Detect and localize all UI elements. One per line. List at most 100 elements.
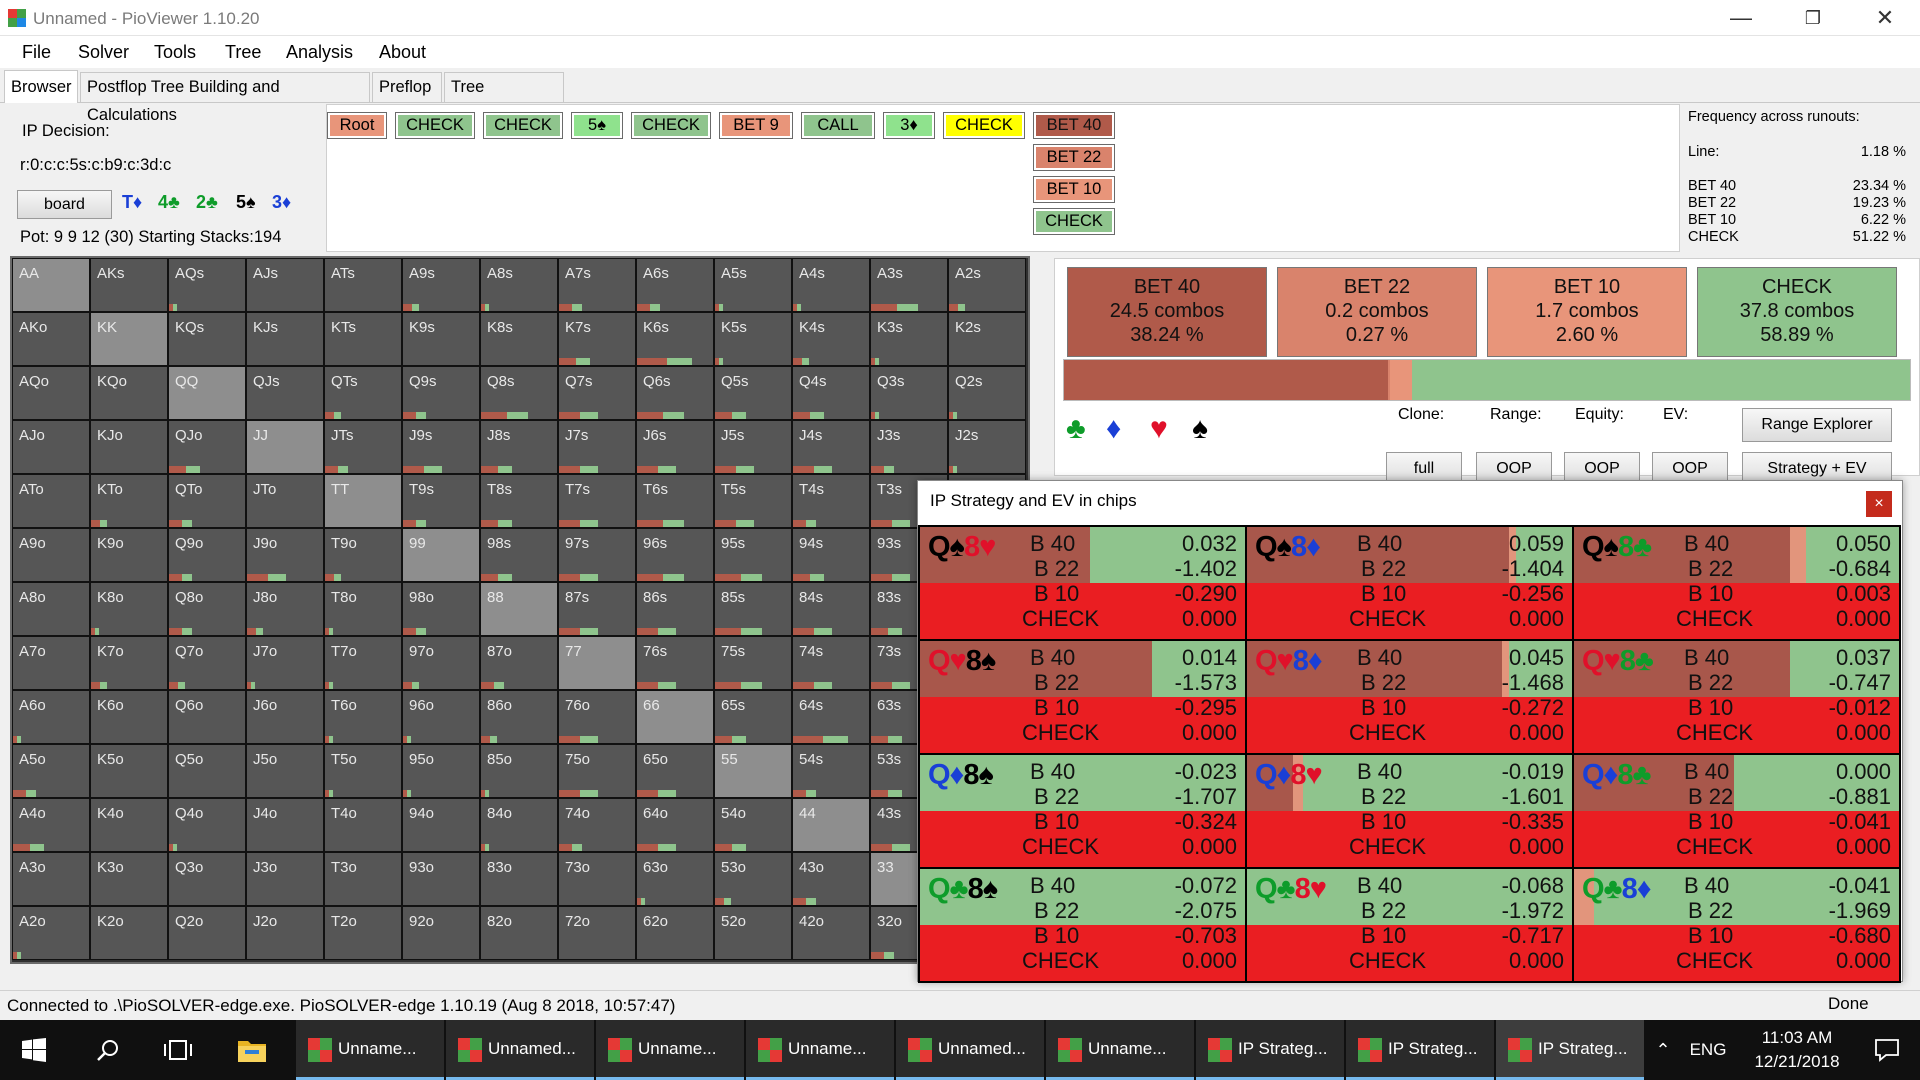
- hand-cell-AJo[interactable]: AJo: [12, 420, 90, 474]
- combo-cell[interactable]: Q♥8♦ B 40 B 22 B 10 CHECK 0.045 -1.468 -0.272 0.…: [1245, 639, 1574, 755]
- hand-cell-95o[interactable]: 95o: [402, 744, 480, 798]
- hand-cell-42o[interactable]: 42o: [792, 906, 870, 960]
- hand-cell-AKs[interactable]: AKs: [90, 258, 168, 312]
- hand-cell-J6s[interactable]: J6s: [636, 420, 714, 474]
- spade-suit-icon[interactable]: ♠: [1192, 412, 1208, 446]
- hand-cell-A3s[interactable]: A3s: [870, 258, 948, 312]
- hand-cell-K7s[interactable]: K7s: [558, 312, 636, 366]
- hand-cell-43o[interactable]: 43o: [792, 852, 870, 906]
- hand-cell-AJs[interactable]: AJs: [246, 258, 324, 312]
- tree-option-4[interactable]: CHECK: [1033, 208, 1115, 235]
- hand-cell-Q4s[interactable]: Q4s: [792, 366, 870, 420]
- clock[interactable]: 11:03 AM 12/21/2018: [1742, 1026, 1852, 1074]
- hand-cell-98s[interactable]: 98s: [480, 528, 558, 582]
- hand-cell-KTo[interactable]: KTo: [90, 474, 168, 528]
- combo-cell[interactable]: Q♠8♣ B 40 B 22 B 10 CHECK 0.050 -0.684 0.003 0.0…: [1572, 525, 1901, 641]
- restore-button[interactable]: ❐: [1778, 0, 1848, 36]
- menu-about[interactable]: About: [379, 42, 426, 63]
- hand-cell-85s[interactable]: 85s: [714, 582, 792, 636]
- menu-file[interactable]: File: [22, 42, 51, 63]
- taskbar-task-7[interactable]: IP Strateg...: [1196, 1020, 1344, 1080]
- hand-cell-T3o[interactable]: T3o: [324, 852, 402, 906]
- hand-cell-T6o[interactable]: T6o: [324, 690, 402, 744]
- hand-cell-44[interactable]: 44: [792, 798, 870, 852]
- hand-cell-65s[interactable]: 65s: [714, 690, 792, 744]
- hand-cell-Q7o[interactable]: Q7o: [168, 636, 246, 690]
- hand-cell-J3o[interactable]: J3o: [246, 852, 324, 906]
- hand-cell-KQo[interactable]: KQo: [90, 366, 168, 420]
- tree-node-3[interactable]: CHECK: [483, 112, 563, 139]
- menu-analysis[interactable]: Analysis: [286, 42, 353, 63]
- hand-cell-J7s[interactable]: J7s: [558, 420, 636, 474]
- hand-cell-K6s[interactable]: K6s: [636, 312, 714, 366]
- hand-cell-T5s[interactable]: T5s: [714, 474, 792, 528]
- hand-cell-A6s[interactable]: A6s: [636, 258, 714, 312]
- hand-cell-J4s[interactable]: J4s: [792, 420, 870, 474]
- action-box-4[interactable]: CHECK 37.8 combos 58.89 %: [1697, 267, 1897, 357]
- hand-cell-Q3o[interactable]: Q3o: [168, 852, 246, 906]
- tree-node-2[interactable]: CHECK: [395, 112, 475, 139]
- hand-cell-A9s[interactable]: A9s: [402, 258, 480, 312]
- hand-cell-ATo[interactable]: ATo: [12, 474, 90, 528]
- notification-icon[interactable]: [1862, 1020, 1912, 1080]
- hand-cell-T2o[interactable]: T2o: [324, 906, 402, 960]
- combo-cell[interactable]: Q♥8♠ B 40 B 22 B 10 CHECK 0.014 -1.573 -0.295 0.…: [918, 639, 1247, 755]
- hand-cell-63o[interactable]: 63o: [636, 852, 714, 906]
- hand-cell-K2o[interactable]: K2o: [90, 906, 168, 960]
- hand-cell-85o[interactable]: 85o: [480, 744, 558, 798]
- hand-cell-72o[interactable]: 72o: [558, 906, 636, 960]
- taskbar-task-2[interactable]: Unnamed...: [446, 1020, 594, 1080]
- tab-preflop[interactable]: Preflop: [372, 72, 442, 102]
- hand-cell-K9s[interactable]: K9s: [402, 312, 480, 366]
- hand-cell-97o[interactable]: 97o: [402, 636, 480, 690]
- hand-cell-86o[interactable]: 86o: [480, 690, 558, 744]
- hand-cell-94o[interactable]: 94o: [402, 798, 480, 852]
- tree-node-1[interactable]: Root: [327, 112, 387, 139]
- hand-cell-A7o[interactable]: A7o: [12, 636, 90, 690]
- hand-cell-52o[interactable]: 52o: [714, 906, 792, 960]
- close-button[interactable]: ✕: [1850, 0, 1920, 36]
- hand-cell-Q6o[interactable]: Q6o: [168, 690, 246, 744]
- menu-tree[interactable]: Tree: [225, 42, 261, 63]
- hand-cell-J9o[interactable]: J9o: [246, 528, 324, 582]
- range-explorer-button[interactable]: Range Explorer: [1742, 408, 1892, 442]
- hand-cell-QTo[interactable]: QTo: [168, 474, 246, 528]
- popup-close-button[interactable]: ×: [1866, 491, 1892, 517]
- hand-cell-T9o[interactable]: T9o: [324, 528, 402, 582]
- hand-cell-77[interactable]: 77: [558, 636, 636, 690]
- hand-cell-64o[interactable]: 64o: [636, 798, 714, 852]
- hand-cell-82o[interactable]: 82o: [480, 906, 558, 960]
- hand-cell-K4s[interactable]: K4s: [792, 312, 870, 366]
- hand-cell-J5o[interactable]: J5o: [246, 744, 324, 798]
- hand-cell-94s[interactable]: 94s: [792, 528, 870, 582]
- hand-cell-74s[interactable]: 74s: [792, 636, 870, 690]
- taskbar-task-4[interactable]: Unname...: [746, 1020, 894, 1080]
- heart-suit-icon[interactable]: ♥: [1150, 412, 1168, 446]
- hand-cell-KJs[interactable]: KJs: [246, 312, 324, 366]
- hand-cell-T9s[interactable]: T9s: [402, 474, 480, 528]
- hand-cell-Q2o[interactable]: Q2o: [168, 906, 246, 960]
- hand-cell-K4o[interactable]: K4o: [90, 798, 168, 852]
- taskbar-task-5[interactable]: Unnamed...: [896, 1020, 1044, 1080]
- hand-cell-99[interactable]: 99: [402, 528, 480, 582]
- menu-solver[interactable]: Solver: [78, 42, 129, 63]
- hand-cell-76s[interactable]: 76s: [636, 636, 714, 690]
- hand-cell-Q7s[interactable]: Q7s: [558, 366, 636, 420]
- hand-cell-Q8s[interactable]: Q8s: [480, 366, 558, 420]
- hand-cell-A2s[interactable]: A2s: [948, 258, 1026, 312]
- hand-cell-Q2s[interactable]: Q2s: [948, 366, 1026, 420]
- hand-cell-55[interactable]: 55: [714, 744, 792, 798]
- hand-cell-J9s[interactable]: J9s: [402, 420, 480, 474]
- tree-node-7[interactable]: CALL: [801, 112, 875, 139]
- hand-cell-A4s[interactable]: A4s: [792, 258, 870, 312]
- hand-cell-T7s[interactable]: T7s: [558, 474, 636, 528]
- hand-cell-97s[interactable]: 97s: [558, 528, 636, 582]
- hand-cell-A3o[interactable]: A3o: [12, 852, 90, 906]
- language-indicator[interactable]: ENG: [1688, 1020, 1728, 1080]
- board-button[interactable]: board: [17, 190, 112, 219]
- hand-cell-86s[interactable]: 86s: [636, 582, 714, 636]
- action-box-2[interactable]: BET 22 0.2 combos 0.27 %: [1277, 267, 1477, 357]
- hand-cell-KTs[interactable]: KTs: [324, 312, 402, 366]
- hand-cell-J5s[interactable]: J5s: [714, 420, 792, 474]
- hand-cell-98o[interactable]: 98o: [402, 582, 480, 636]
